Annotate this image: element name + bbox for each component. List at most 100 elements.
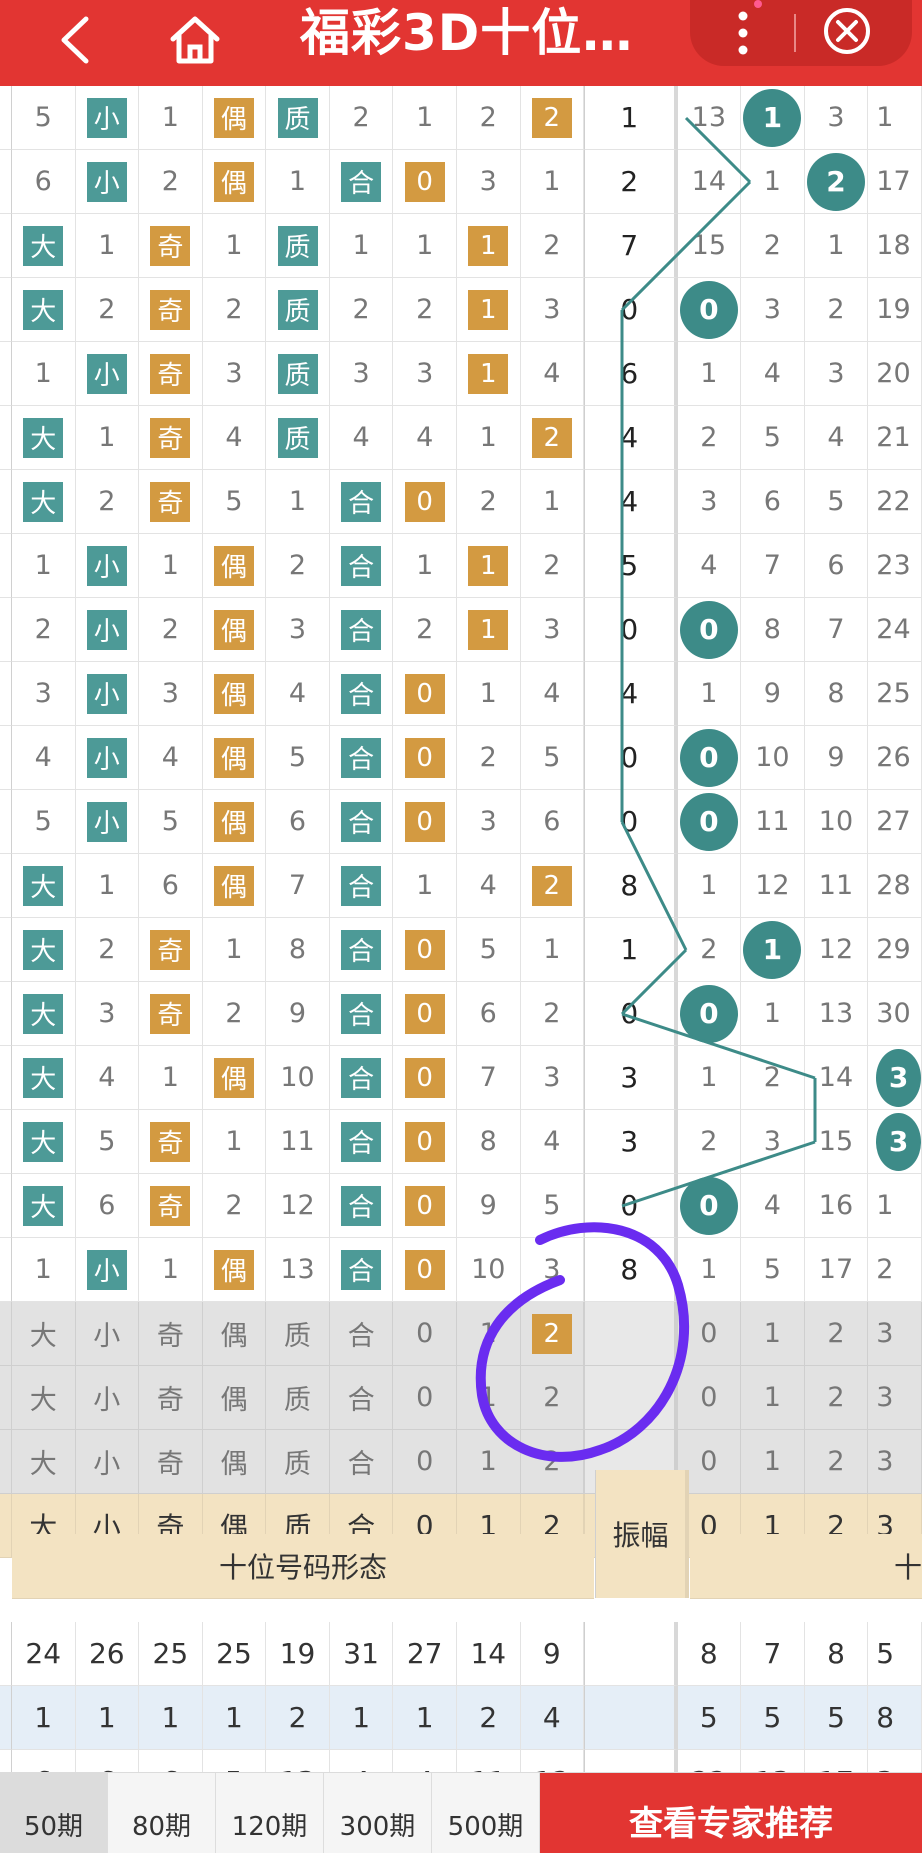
form-tag: 偶 bbox=[213, 609, 254, 650]
stat-cell: 质 bbox=[266, 1302, 330, 1366]
form-cell: 2 bbox=[329, 278, 394, 342]
distribution-cell: 8 bbox=[804, 662, 869, 726]
form-cell: 3 bbox=[520, 1046, 585, 1110]
stat-cell: 2 bbox=[804, 1302, 869, 1366]
distribution-cell: 1 bbox=[677, 854, 742, 918]
close-button[interactable] bbox=[818, 2, 876, 60]
table-row: 大 2 奇 5 1 合 0 2 1 4 3 6 5 22 bbox=[0, 470, 922, 534]
distribution-cell: 17 bbox=[868, 150, 922, 214]
stat-cell: 合 bbox=[329, 1430, 394, 1494]
summary-cell: 1 bbox=[139, 1686, 203, 1750]
distribution-cell: 23 bbox=[868, 534, 922, 598]
form-cell: 1 bbox=[75, 406, 140, 470]
summary-cell: 5 bbox=[868, 1622, 922, 1686]
form-cell: 8 bbox=[266, 918, 330, 982]
summary-cell: 8 bbox=[677, 1622, 742, 1686]
form-tag: 0 bbox=[404, 801, 445, 842]
distribution-cell: 3 bbox=[741, 1110, 805, 1174]
amplitude-cell: 3 bbox=[584, 1046, 678, 1110]
form-tag: 奇 bbox=[150, 225, 191, 266]
form-tag: 大 bbox=[23, 1057, 64, 1098]
distribution-cell: 5 bbox=[804, 470, 869, 534]
section-label-tens-distribution: 十 bbox=[690, 1534, 922, 1599]
form-tag: 合 bbox=[341, 801, 382, 842]
form-cell: 0 bbox=[393, 918, 457, 982]
form-cell: 1 bbox=[393, 854, 457, 918]
form-tag: 1 bbox=[468, 609, 509, 650]
home-button[interactable] bbox=[160, 8, 230, 72]
form-cell: 3 bbox=[11, 662, 76, 726]
distribution-cell: 6 bbox=[741, 470, 805, 534]
form-cell: 1 bbox=[520, 918, 585, 982]
distribution-cell: 26 bbox=[868, 726, 922, 790]
form-cell: 奇 bbox=[139, 918, 203, 982]
amplitude-cell bbox=[584, 1686, 678, 1750]
stat-cell: 偶 bbox=[202, 1366, 267, 1430]
period-tab-300期[interactable]: 300期 bbox=[324, 1773, 432, 1853]
form-cell: 3 bbox=[202, 342, 267, 406]
form-cell: 1 bbox=[11, 1238, 76, 1302]
period-tab-500期[interactable]: 500期 bbox=[432, 1773, 540, 1853]
form-cell: 小 bbox=[75, 150, 140, 214]
form-tag: 合 bbox=[341, 161, 382, 202]
form-cell: 0 bbox=[393, 1174, 457, 1238]
form-cell: 质 bbox=[266, 278, 330, 342]
form-cell: 5 bbox=[11, 790, 76, 854]
form-cell: 2 bbox=[393, 278, 457, 342]
form-cell: 1 bbox=[139, 534, 203, 598]
row-edge-cell bbox=[0, 1430, 12, 1494]
form-tag: 合 bbox=[341, 545, 382, 586]
form-cell: 2 bbox=[139, 598, 203, 662]
form-tag: 偶 bbox=[213, 161, 254, 202]
more-button[interactable] bbox=[720, 6, 766, 60]
form-tag: 小 bbox=[86, 97, 127, 138]
amplitude-cell: 1 bbox=[584, 86, 678, 150]
stat-cell: 0 bbox=[677, 1302, 742, 1366]
stat-cell: 偶 bbox=[202, 1302, 267, 1366]
form-tag: 质 bbox=[277, 225, 318, 266]
form-tag: 大 bbox=[23, 1121, 64, 1162]
summary-cell: 8 bbox=[804, 1622, 869, 1686]
row-edge-cell bbox=[0, 1110, 12, 1174]
distribution-cell: 12 bbox=[804, 918, 869, 982]
form-tag: 奇 bbox=[150, 993, 191, 1034]
form-cell: 偶 bbox=[202, 86, 267, 150]
period-tab-120期[interactable]: 120期 bbox=[216, 1773, 324, 1853]
form-cell: 3 bbox=[393, 342, 457, 406]
stat-cell: 偶 bbox=[202, 1430, 267, 1494]
form-cell: 大 bbox=[11, 1174, 76, 1238]
form-cell: 0 bbox=[393, 726, 457, 790]
form-cell: 0 bbox=[393, 1046, 457, 1110]
form-cell: 0 bbox=[393, 1110, 457, 1174]
form-cell: 合 bbox=[329, 1238, 394, 1302]
back-button[interactable] bbox=[44, 10, 104, 70]
stat-cell: 小 bbox=[75, 1302, 140, 1366]
distribution-cell: 30 bbox=[868, 982, 922, 1046]
distribution-cell: 10 bbox=[804, 790, 869, 854]
stat-cell: 小 bbox=[75, 1366, 140, 1430]
period-tab-50期[interactable]: 50期 bbox=[0, 1773, 108, 1853]
form-cell: 4 bbox=[520, 342, 585, 406]
stat-cell: 1 bbox=[741, 1430, 805, 1494]
distribution-cell: 0 bbox=[677, 278, 742, 342]
form-cell: 9 bbox=[456, 1174, 521, 1238]
form-cell: 大 bbox=[11, 470, 76, 534]
form-tag: 偶 bbox=[213, 673, 254, 714]
form-tag: 偶 bbox=[213, 545, 254, 586]
form-cell: 0 bbox=[393, 662, 457, 726]
stat-cell: 0 bbox=[393, 1302, 457, 1366]
form-cell: 4 bbox=[11, 726, 76, 790]
form-cell: 合 bbox=[329, 1174, 394, 1238]
form-tag: 合 bbox=[341, 865, 382, 906]
period-tab-80期[interactable]: 80期 bbox=[108, 1773, 216, 1853]
form-cell: 2 bbox=[75, 278, 140, 342]
form-cell: 5 bbox=[11, 86, 76, 150]
expert-recommend-button[interactable]: 查看专家推荐 bbox=[540, 1773, 922, 1853]
form-cell: 3 bbox=[266, 598, 330, 662]
form-cell: 偶 bbox=[202, 662, 267, 726]
amplitude-header: 振幅 bbox=[595, 1470, 689, 1598]
form-cell: 大 bbox=[11, 278, 76, 342]
form-tag: 合 bbox=[341, 673, 382, 714]
form-cell: 1 bbox=[329, 214, 394, 278]
row-edge-cell bbox=[0, 1494, 12, 1558]
